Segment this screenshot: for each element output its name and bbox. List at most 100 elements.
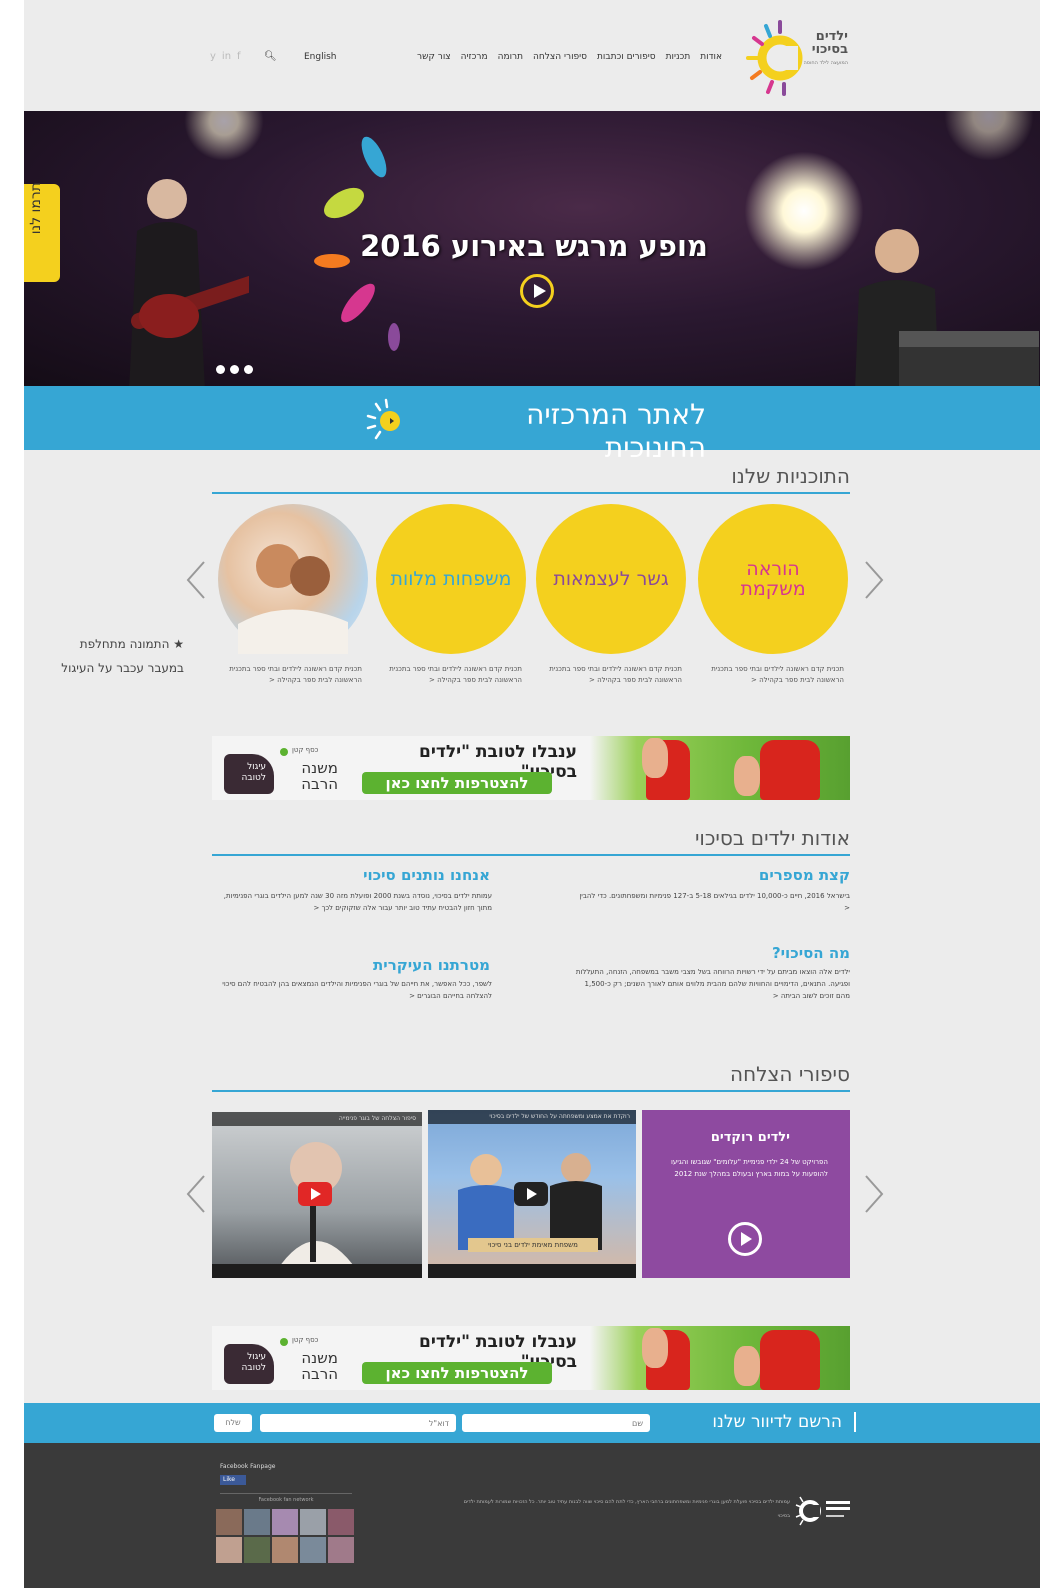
- site-footer: Facebook Fanpage Like Facebook fan netwo…: [24, 1443, 1040, 1588]
- program-desc[interactable]: תכנית קדם ראשונה לילדים ובתי ספר בתכנית …: [704, 664, 844, 686]
- facebook-fans-grid: [216, 1509, 356, 1563]
- about-heading-text: אודות ילדים בסיכוי: [694, 826, 850, 850]
- fan-avatar[interactable]: [272, 1509, 298, 1535]
- round-up-box: עיגול לטובה: [224, 754, 274, 794]
- footer-logo[interactable]: [794, 1493, 854, 1529]
- story-card-dancing-kids[interactable]: ילדים רוקדים הפרויקט של 24 ילדי פנימיית …: [642, 1110, 850, 1278]
- join-banner[interactable]: ענבלו לטובת "ילדים בסיכוי" להצטרפות לחצו…: [212, 1326, 850, 1390]
- makes-difference-line-1: משנה: [301, 759, 338, 777]
- education-center-label: לאתר המרכזיה החינוכית: [526, 398, 706, 464]
- newsletter-bar: הרשם לדיוור שלנו שלח: [24, 1403, 1040, 1443]
- about-block-text[interactable]: לשפר, ככל האפשר, את חייהם של בוגרי הפנימ…: [212, 978, 492, 1002]
- round-up-box: עיגול לטובה: [224, 1344, 274, 1384]
- fan-avatar[interactable]: [328, 1509, 354, 1535]
- twitter-icon[interactable]: y: [210, 51, 216, 62]
- nav-item-success-stories[interactable]: סיפורי הצלחה: [533, 52, 587, 62]
- sun-icon: [366, 398, 400, 440]
- makes-difference-line-2: הרבה: [301, 775, 338, 793]
- nav-item-stories-articles[interactable]: סיפורים וכתבות: [597, 52, 656, 62]
- program-desc[interactable]: תכנית קדם ראשונה לילדים ובתי ספר בתכנית …: [382, 664, 522, 686]
- small-change-label: כסף קטן: [292, 746, 319, 754]
- hover-note: ★ התמונה מתחלפת במעבר עכבר על העיגול: [34, 632, 184, 680]
- programs-heading-text: התוכניות שלנו: [731, 464, 850, 488]
- nav-item-programs[interactable]: תכניות: [666, 52, 691, 62]
- program-desc[interactable]: תכנית קדם ראשונה לילדים ובתי ספר בתכנית …: [222, 664, 362, 686]
- donate-tab[interactable]: תרמו לנו: [24, 182, 60, 282]
- hero-slider[interactable]: מופע מרגש באירוע 2016: [24, 111, 1040, 386]
- facebook-icon[interactable]: f: [237, 51, 241, 62]
- site-header: ילדים בסיכוי המועצה לילד החוסה אודות תכנ…: [24, 0, 1040, 111]
- slider-dot[interactable]: [230, 365, 239, 374]
- video-controls[interactable]: [212, 1264, 422, 1278]
- nav-item-about[interactable]: אודות: [700, 52, 722, 62]
- banner-child: [760, 740, 820, 800]
- video-player[interactable]: רוקדת את אמצע ומשפחתה על החודש של ילדים …: [428, 1110, 636, 1278]
- slider-dots: [216, 365, 253, 374]
- facebook-fans-label: Facebook fan network: [220, 1493, 352, 1503]
- about-block-text[interactable]: בישראל 2016, חיים כ-10,000 ילדים בגילאים…: [572, 890, 850, 914]
- program-circle-bridge[interactable]: גשר לעצמאות: [536, 504, 686, 654]
- about-block-title: מטרתנו העיקרית: [373, 956, 490, 974]
- video-player[interactable]: סיפור הצלחה של בוגר פנימייה: [212, 1112, 422, 1278]
- slider-dot[interactable]: [216, 365, 225, 374]
- nav-item-donate[interactable]: תרומה: [498, 52, 523, 62]
- linkedin-icon[interactable]: in: [222, 51, 231, 62]
- nav-item-contact[interactable]: צור קשר: [417, 52, 451, 62]
- fan-avatar[interactable]: [244, 1509, 270, 1535]
- about-block-text[interactable]: עמותת ילדים בסיכוי, נוסדה בשנת 2000 ופוע…: [212, 890, 492, 914]
- fan-avatar[interactable]: [216, 1509, 242, 1535]
- play-icon[interactable]: [728, 1222, 762, 1256]
- about-block-title: מה הסיכוי?: [771, 944, 850, 962]
- fan-avatar[interactable]: [328, 1537, 354, 1563]
- banner-join-button[interactable]: להצטרפות לחצו כאן: [362, 1362, 552, 1384]
- slider-dot[interactable]: [244, 365, 253, 374]
- fan-avatar[interactable]: [300, 1537, 326, 1563]
- video-controls[interactable]: [428, 1264, 636, 1278]
- program-title: גשר לעצמאות: [553, 568, 669, 590]
- youtube-play-icon[interactable]: [514, 1182, 548, 1206]
- program-circle-teaching[interactable]: הוראה משקמת: [698, 504, 848, 654]
- round-up-label: עיגול לטובה: [241, 1352, 267, 1373]
- youtube-play-icon[interactable]: [298, 1182, 332, 1206]
- star-icon: ★: [173, 637, 184, 651]
- fan-avatar[interactable]: [244, 1537, 270, 1563]
- logo-subtitle: המועצה לילד החוסה: [803, 60, 848, 66]
- about-block-text[interactable]: ילדים אלה הוצאו מביתם על ידי רשויות הרוו…: [572, 966, 850, 1002]
- about-block-title: קצת מספרים: [758, 866, 850, 884]
- newsletter-email-input[interactable]: [260, 1414, 456, 1432]
- search-icon[interactable]: 🔍︎: [264, 51, 277, 62]
- stories-heading-text: סיפורי הצלחה: [730, 1062, 850, 1086]
- language-link-english[interactable]: English: [304, 52, 337, 62]
- newsletter-label: הרשם לדיוור שלנו: [712, 1412, 856, 1432]
- program-circle-families[interactable]: משפחות מלוות: [376, 504, 526, 654]
- nav-item-center[interactable]: מרכזיה: [461, 52, 488, 62]
- banner-child-arm: [734, 756, 760, 796]
- chevron-left-icon[interactable]: [182, 558, 210, 602]
- fan-avatar[interactable]: [272, 1537, 298, 1563]
- makes-difference-label: משנה הרבה: [282, 760, 338, 792]
- round-up-label: עיגול לטובה: [241, 762, 267, 783]
- site-logo[interactable]: ילדים בסיכוי המועצה לילד החוסה: [744, 16, 854, 100]
- newsletter-submit-button[interactable]: שלח: [214, 1414, 252, 1432]
- program-title: הוראה משקמת: [740, 558, 806, 600]
- program-desc[interactable]: תכנית קדם ראשונה לילדים ובתי ספר בתכנית …: [542, 664, 682, 686]
- banner-child: [760, 1330, 820, 1390]
- education-center-bar[interactable]: לאתר המרכזיה החינוכית: [24, 386, 1040, 464]
- children-photo: [238, 544, 348, 654]
- page: ילדים בסיכוי המועצה לילד החוסה אודות תכנ…: [24, 0, 1040, 1588]
- banner-join-button[interactable]: להצטרפות לחצו כאן: [362, 772, 552, 794]
- chevron-right-icon[interactable]: [860, 1172, 888, 1216]
- fan-avatar[interactable]: [216, 1537, 242, 1563]
- hero-play-icon[interactable]: [520, 274, 554, 308]
- stage-light: [944, 111, 1034, 161]
- join-banner[interactable]: ענבלו לטובת "ילדים בסיכוי" להצטרפות לחצו…: [212, 736, 850, 800]
- chevron-left-icon[interactable]: [182, 1172, 210, 1216]
- fan-avatar[interactable]: [300, 1509, 326, 1535]
- facebook-like-button[interactable]: Like: [220, 1475, 246, 1485]
- chevron-right-icon[interactable]: [860, 558, 888, 602]
- newsletter-name-input[interactable]: [462, 1414, 650, 1432]
- about-heading: אודות ילדים בסיכוי: [212, 824, 850, 856]
- story-card-desc: הפרויקט של 24 ילדי פנימיית "עלומים" שגוב…: [670, 1158, 828, 1178]
- program-circle-photo[interactable]: [218, 504, 368, 654]
- makes-difference-label: משנה הרבה: [282, 1350, 338, 1382]
